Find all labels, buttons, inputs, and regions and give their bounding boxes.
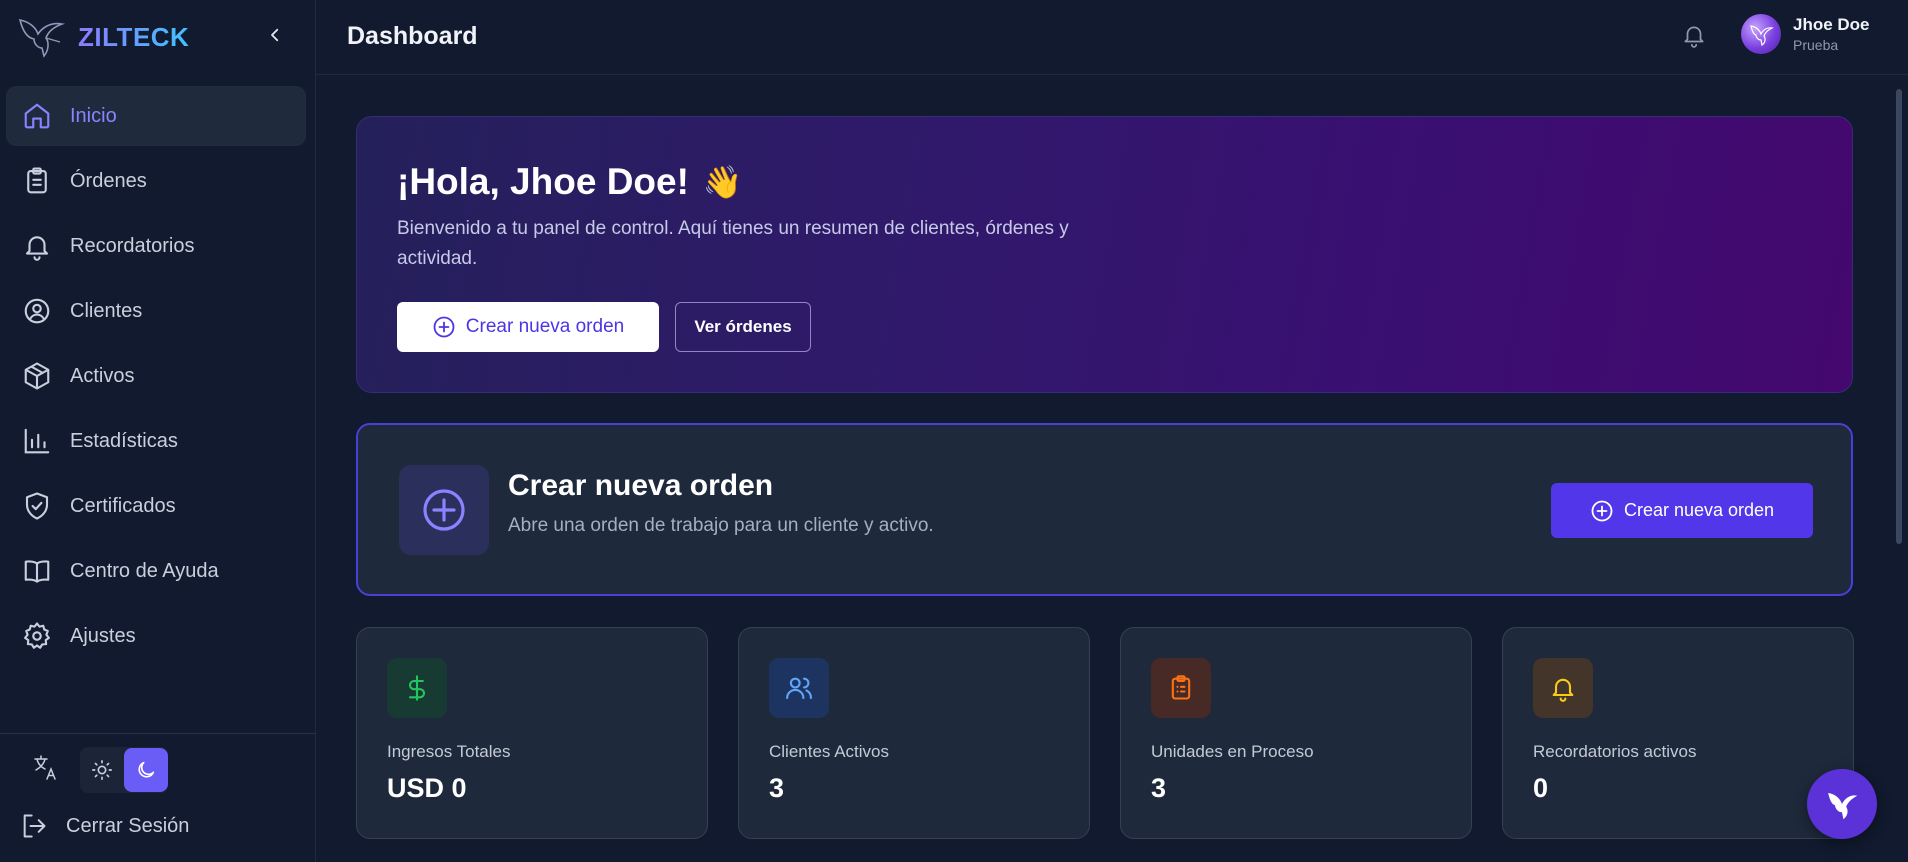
sidebar-item-label: Ajustes [70, 624, 136, 647]
create-order-subtitle: Abre una orden de trabajo para un client… [508, 515, 934, 536]
collapse-sidebar-button[interactable] [260, 20, 290, 50]
stat-value: USD 0 [387, 773, 467, 803]
sidebar-item-label: Estadísticas [70, 429, 178, 452]
create-order-button-label: Crear nueva orden [1623, 500, 1775, 520]
sidebar-nav: Inicio Órdenes Recordatorios Clientes Ac… [6, 86, 306, 671]
light-theme-button[interactable] [80, 748, 124, 792]
bar-chart-icon [24, 428, 50, 454]
stat-icon-box [769, 658, 829, 718]
shield-check-icon [25, 492, 49, 520]
view-orders-button[interactable]: Ver órdenes [675, 302, 811, 352]
user-menu[interactable]: Jhoe Doe Prueba [1741, 14, 1870, 54]
user-info: Jhoe Doe Prueba [1793, 15, 1870, 53]
stat-label: Recordatorios activos [1533, 742, 1697, 761]
gear-icon [24, 622, 50, 649]
bell-icon [1552, 678, 1574, 702]
brand[interactable]: ZILTECK [16, 12, 189, 62]
stat-label: Ingresos Totales [387, 742, 511, 761]
stat-label: Clientes Activos [769, 742, 889, 761]
scrollbar-thumb[interactable] [1896, 89, 1902, 544]
logout-button[interactable]: Cerrar Sesión [20, 812, 189, 840]
stat-label: Unidades en Proceso [1151, 742, 1314, 761]
stat-value: 0 [1533, 773, 1549, 803]
sidebar-item-ordenes[interactable]: Órdenes [6, 151, 306, 211]
box-icon [24, 362, 50, 390]
bell-icon [1684, 26, 1704, 48]
logout-icon [23, 814, 46, 838]
stat-value: 3 [769, 773, 785, 803]
users-icon [786, 677, 812, 700]
sidebar-item-clientes[interactable]: Clientes [6, 281, 306, 341]
stat-icon-box [1151, 658, 1211, 718]
top-header: Dashboard Jhoe Doe Prueba [316, 0, 1908, 75]
clipboard-list-icon [1171, 675, 1191, 700]
sidebar-item-label: Centro de Ayuda [70, 559, 219, 582]
sidebar: ZILTECK Inicio Órdenes Recordatorios Cli… [0, 0, 316, 862]
welcome-banner: ¡Hola, Jhoe Doe! 👋 Bienvenido a tu panel… [356, 116, 1853, 393]
hummingbird-icon [1828, 792, 1858, 820]
plus-circle-icon [423, 489, 465, 531]
welcome-title-text: ¡Hola, Jhoe Doe! [397, 161, 689, 202]
welcome-subtitle: Bienvenido a tu panel de control. Aquí t… [397, 218, 1069, 269]
bell-icon [25, 236, 49, 261]
stat-icon-box [1533, 658, 1593, 718]
assistant-fab-button[interactable] [1807, 769, 1877, 839]
sidebar-item-label: Órdenes [70, 169, 147, 192]
sun-icon [92, 760, 112, 780]
welcome-title: ¡Hola, Jhoe Doe! 👋 [397, 161, 743, 203]
sidebar-item-ajustes[interactable]: Ajustes [6, 606, 306, 666]
create-order-button[interactable]: Crear nueva orden [1551, 483, 1813, 538]
hero-create-order-button[interactable]: Crear nueva orden [397, 302, 659, 352]
language-button[interactable] [30, 751, 68, 789]
hummingbird-logo-icon [18, 18, 66, 58]
create-order-title: Crear nueva orden [508, 469, 774, 502]
stat-value: 3 [1151, 773, 1167, 803]
logout-label: Cerrar Sesión [66, 814, 190, 837]
sidebar-item-certificados[interactable]: Certificados [6, 476, 306, 536]
stat-icon-box [387, 658, 447, 718]
hero-create-order-label: Crear nueva orden [465, 316, 625, 337]
user-name: Jhoe Doe [1793, 15, 1870, 34]
dark-theme-button[interactable] [124, 748, 168, 792]
create-order-icon-box [399, 465, 489, 555]
sidebar-item-activos[interactable]: Activos [6, 346, 306, 406]
theme-toggle[interactable] [80, 747, 168, 793]
user-role: Prueba [1793, 37, 1839, 53]
sidebar-item-centro-de-ayuda[interactable]: Centro de Ayuda [6, 541, 306, 601]
sidebar-item-label: Recordatorios [70, 234, 195, 257]
stat-card-recordatorios[interactable]: Recordatorios activos 0 [1502, 627, 1854, 839]
page-title: Dashboard [347, 22, 478, 50]
home-icon [24, 103, 50, 129]
stat-card-ingresos[interactable]: Ingresos Totales USD 0 [356, 627, 708, 839]
avatar [1741, 14, 1781, 54]
waving-hand-emoji: 👋 [702, 164, 743, 200]
sidebar-item-label: Inicio [70, 104, 117, 127]
sidebar-item-recordatorios[interactable]: Recordatorios [6, 216, 306, 276]
moon-icon [138, 761, 155, 778]
sidebar-item-estadisticas[interactable]: Estadísticas [6, 411, 306, 471]
translate-icon [34, 755, 56, 780]
sidebar-item-inicio[interactable]: Inicio [6, 86, 306, 146]
sidebar-item-label: Activos [70, 364, 135, 387]
hummingbird-avatar-icon [1750, 25, 1774, 46]
notifications-button[interactable] [1681, 22, 1709, 50]
stat-card-unidades[interactable]: Unidades en Proceso 3 [1120, 627, 1472, 839]
dollar-icon [408, 675, 426, 701]
user-circle-icon [24, 298, 50, 324]
plus-circle-icon [1591, 500, 1613, 521]
main-scrollbar[interactable] [1896, 77, 1904, 862]
sidebar-bottom-controls [30, 747, 168, 793]
clipboard-icon [27, 167, 47, 194]
sidebar-item-label: Certificados [70, 494, 176, 517]
brand-name: ZILTECK [78, 21, 190, 52]
create-order-card: Crear nueva orden Abre una orden de trab… [356, 423, 1853, 596]
chevron-left-icon [271, 28, 279, 42]
sidebar-item-label: Clientes [70, 299, 143, 322]
book-icon [24, 560, 50, 583]
plus-circle-icon [433, 316, 455, 338]
stat-card-clientes[interactable]: Clientes Activos 3 [738, 627, 1090, 839]
sidebar-divider [0, 733, 316, 734]
